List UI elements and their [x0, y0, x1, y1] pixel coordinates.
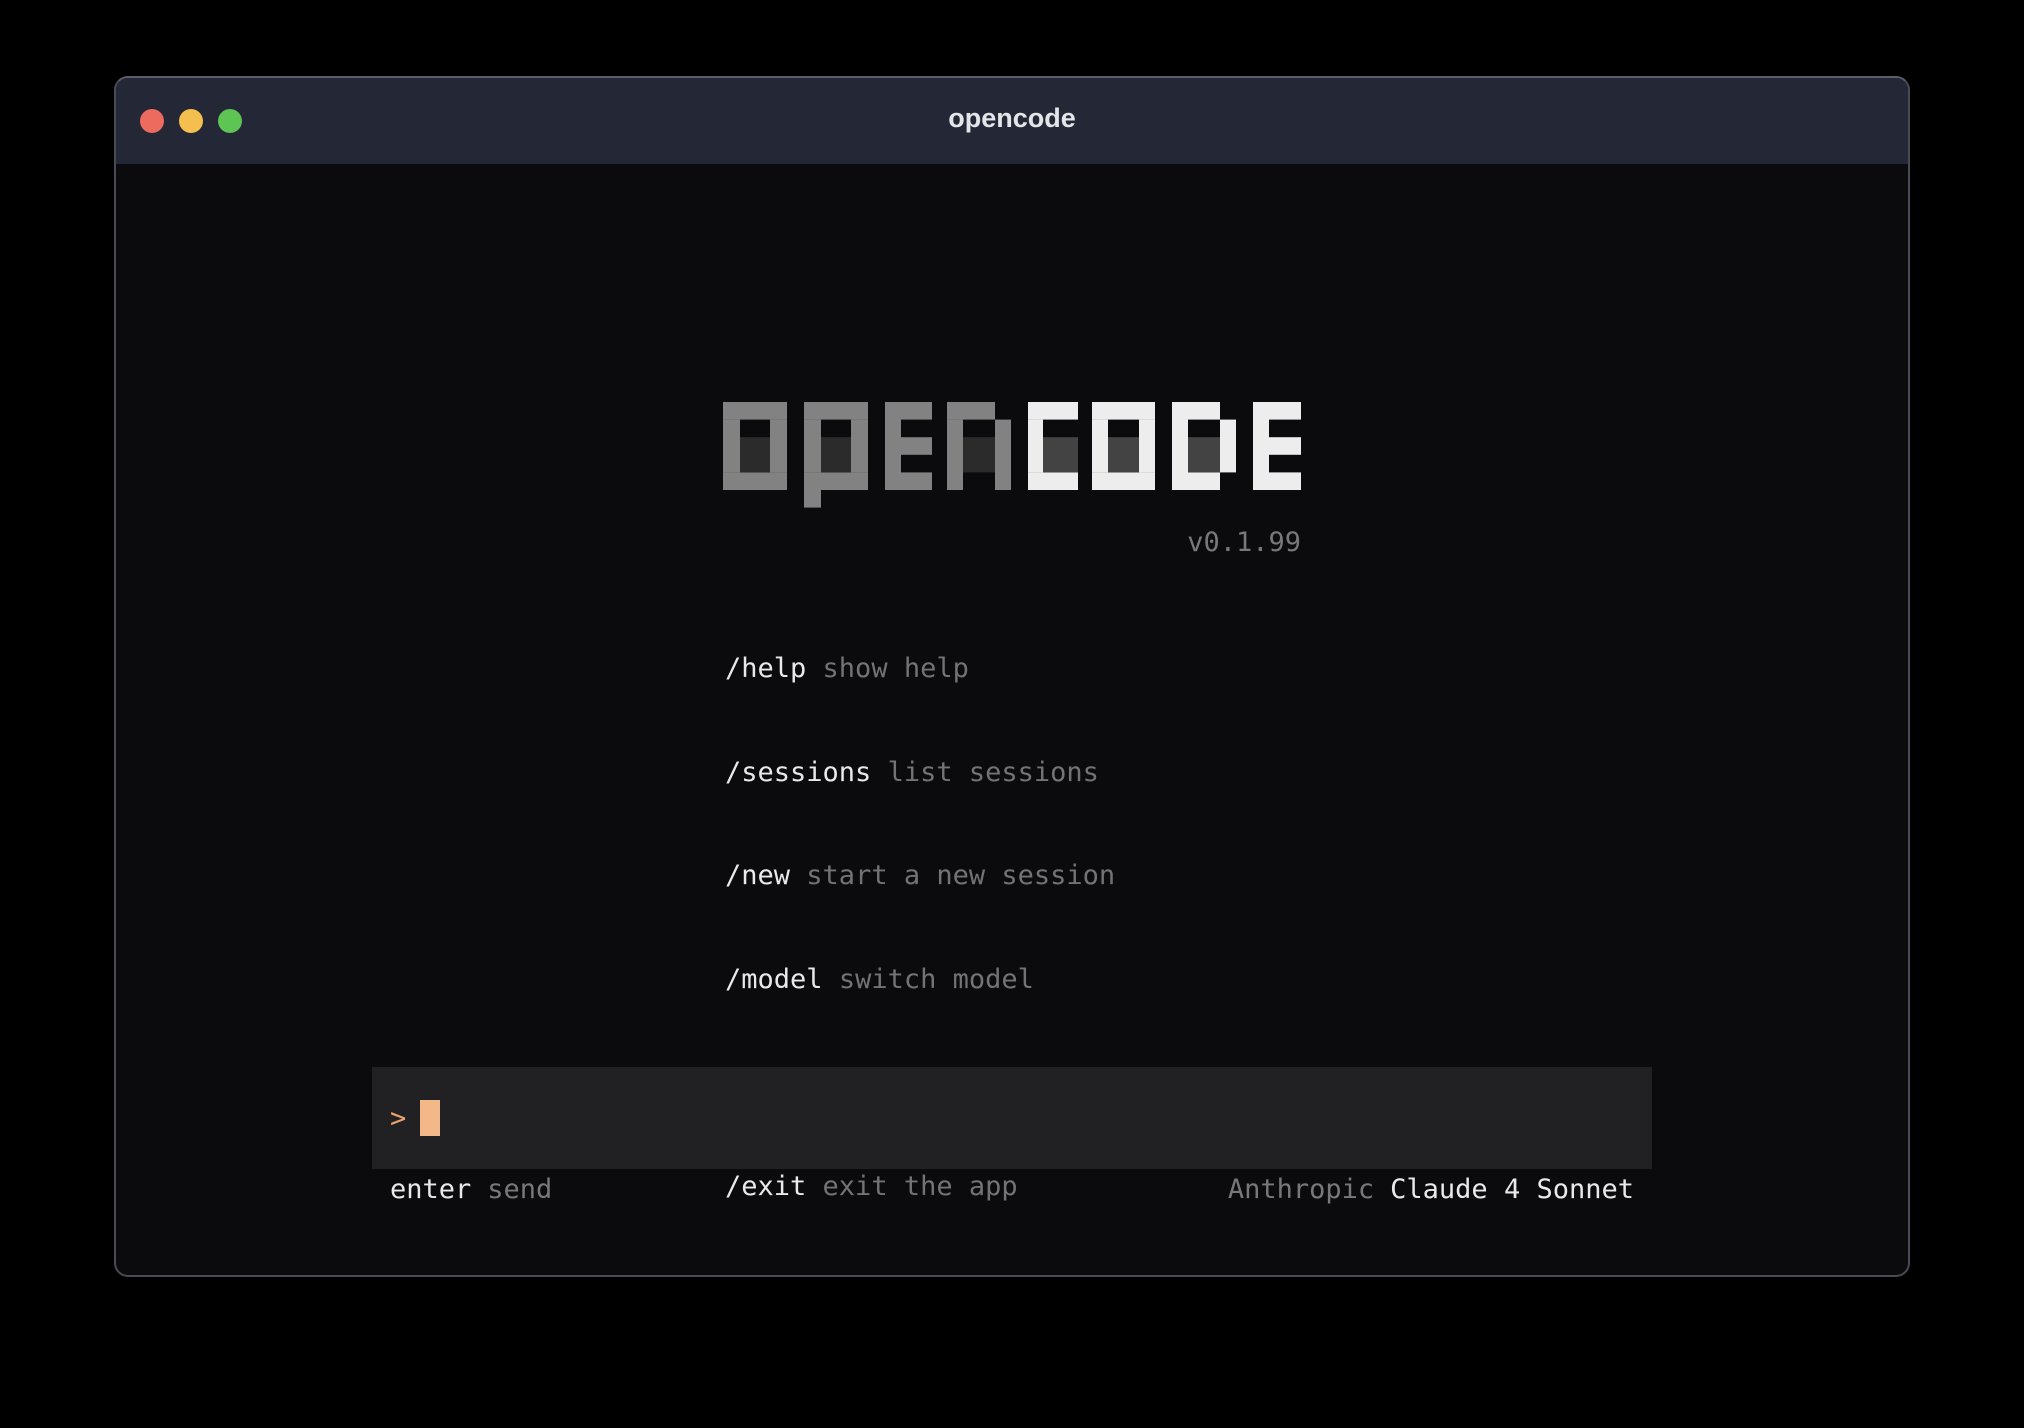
command-description	[823, 964, 839, 995]
keybind-hint: enter send	[390, 1173, 552, 1207]
logo-letter-p	[804, 402, 868, 508]
command-row: /new start a new session	[725, 859, 1115, 894]
command-name: /model	[725, 964, 823, 995]
logo-letter-e2	[1253, 402, 1301, 490]
opencode-logo	[723, 402, 1301, 508]
command-name: /sessions	[725, 757, 871, 788]
minimize-button[interactable]	[179, 109, 203, 133]
version-label: v0.1.99	[723, 527, 1301, 558]
model-name: Claude 4 Sonnet	[1390, 1174, 1634, 1205]
logo-letter-c	[1028, 402, 1078, 490]
logo-letter-n	[947, 402, 1011, 490]
logo-letter-o	[723, 402, 787, 490]
logo-block: v0.1.99	[723, 402, 1301, 558]
window-titlebar[interactable]: opencode	[116, 78, 1908, 164]
command-description	[790, 860, 806, 891]
command-description	[806, 653, 822, 684]
prompt-indicator: >	[390, 1103, 406, 1134]
keybind-key: enter	[390, 1174, 471, 1205]
command-row: /sessions list sessions	[725, 756, 1115, 791]
app-window: opencode	[114, 76, 1910, 1277]
command-name: /help	[725, 653, 806, 684]
window-title: opencode	[116, 78, 1908, 158]
desktop: { "window": { "title": "opencode" }, "tr…	[0, 0, 2024, 1428]
keybind-action: send	[487, 1174, 552, 1205]
message-input[interactable]: >	[372, 1067, 1652, 1169]
logo-letter-d	[1172, 402, 1236, 490]
zoom-button[interactable]	[218, 109, 242, 133]
command-help-list: /help show help /sessions list sessions …	[725, 583, 1115, 1273]
command-row: /help show help	[725, 652, 1115, 687]
command-name: /new	[725, 860, 790, 891]
command-row: /model switch model	[725, 963, 1115, 998]
model-indicator: Anthropic Claude 4 Sonnet	[1228, 1173, 1634, 1207]
text-cursor	[420, 1100, 440, 1136]
model-provider: Anthropic	[1228, 1174, 1374, 1205]
close-button[interactable]	[140, 109, 164, 133]
command-description	[871, 757, 887, 788]
terminal-content: v0.1.99 /help show help /sessions list s…	[116, 164, 1908, 1275]
logo-letter-o2	[1092, 402, 1155, 490]
status-bar: enter send Anthropic Claude 4 Sonnet	[372, 1173, 1652, 1207]
logo-letter-e	[885, 402, 932, 490]
traffic-lights	[140, 109, 242, 133]
